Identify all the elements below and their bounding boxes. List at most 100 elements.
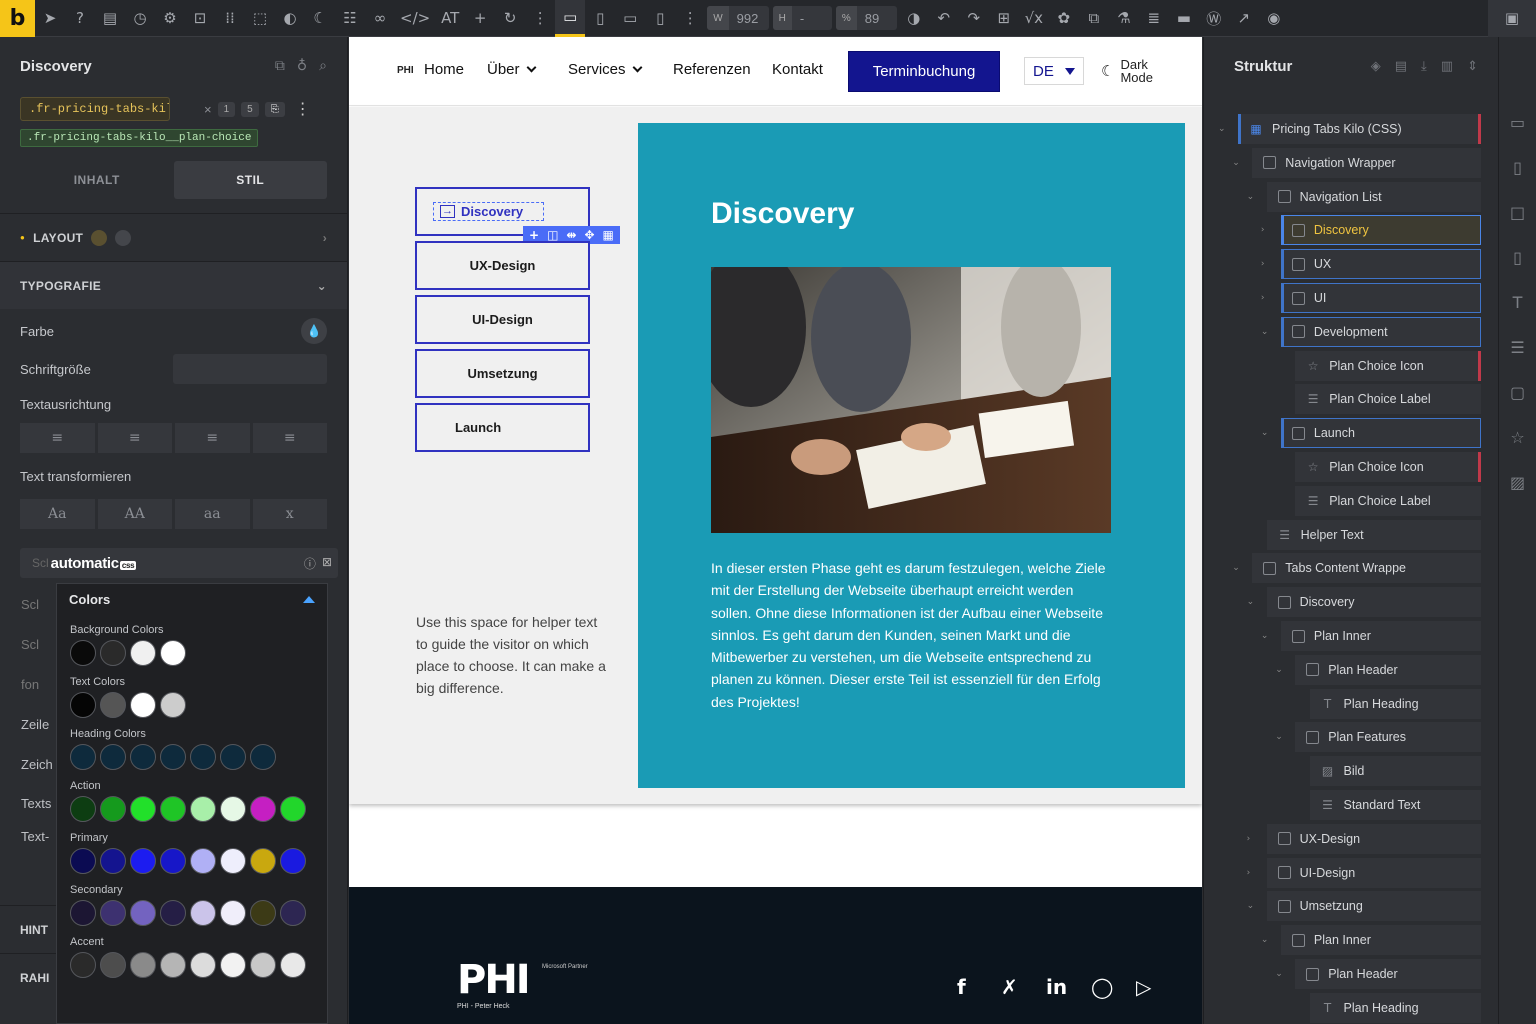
column-layout-icon[interactable]: ▯ [1513,248,1522,267]
chevron-right-icon[interactable]: › [1261,293,1271,303]
chevron-down-icon[interactable]: ⌄ [1247,192,1257,202]
color-swatch[interactable] [190,952,216,978]
color-swatch[interactable] [100,952,126,978]
structure-node[interactable]: Plan Inner [1280,925,1481,956]
tab-launch[interactable]: Launch [415,403,590,452]
contrast-icon[interactable]: ◐ [275,0,305,37]
color-swatch[interactable] [280,848,306,874]
landscape-breakpoint-icon[interactable]: ▭ [615,0,645,37]
nav-ueber[interactable]: Über [487,61,536,78]
color-swatch[interactable] [160,692,186,718]
structure-node[interactable]: Tabs Content Wrappe [1252,553,1481,584]
color-swatch[interactable] [250,900,276,926]
structure-node[interactable]: Plan Header [1295,959,1481,989]
language-select[interactable]: DE [1024,57,1084,85]
transform-none[interactable]: x [252,499,327,529]
color-swatch[interactable] [220,848,246,874]
colors-header[interactable]: Colors [57,584,327,614]
structure-node[interactable]: ▨ Bild [1309,756,1481,787]
align-left-icon[interactable]: ≡ [20,423,95,453]
nav-home[interactable]: Home [424,61,464,78]
structure-node[interactable]: Plan Features [1295,722,1481,753]
structure-node[interactable]: Discovery [1266,587,1481,618]
color-swatch[interactable] [130,796,156,822]
structure-node[interactable]: ☆ Plan Choice Icon [1295,452,1481,482]
color-swatch[interactable] [250,796,276,822]
dark-mode-toggle[interactable]: ☾ Dark Mode [1101,58,1153,84]
align-justify-icon[interactable]: ≡ [252,423,327,453]
expand-icon[interactable]: ⇕ [1467,59,1478,74]
redo-icon[interactable]: ↷ [959,0,989,37]
breakpoint-more-icon[interactable]: ⋮ [675,0,705,37]
footer-logo[interactable]: PHI [457,957,531,1003]
bulb-icon[interactable]: ♁ [297,58,307,74]
more-icon[interactable]: ⋮ [525,0,555,37]
add-icon[interactable]: + [465,0,495,37]
chevron-down-icon[interactable]: ⌄ [1261,935,1271,945]
whatsapp-icon[interactable]: ◯ [1091,975,1113,999]
columns-icon[interactable]: ◫ [547,228,558,242]
layout-section[interactable]: ● LAYOUT › [0,213,347,261]
color-swatch[interactable] [70,744,96,770]
color-swatch[interactable] [70,952,96,978]
color-swatch[interactable] [100,640,126,666]
color-swatch[interactable] [100,796,126,822]
pages-icon[interactable]: ▤ [95,0,125,37]
class-more-icon[interactable]: ⋮ [295,99,311,119]
chevron-down-icon[interactable]: ⌄ [1247,901,1257,911]
structure-node[interactable]: ▦ Pricing Tabs Kilo (CSS) [1238,114,1481,144]
color-swatch[interactable] [250,744,276,770]
tab-style[interactable]: STIL [173,161,327,199]
undo-icon[interactable]: ↶ [929,0,959,37]
color-swatch[interactable] [130,692,156,718]
remove-class-icon[interactable]: × [204,102,212,117]
structure-node[interactable]: ☆ Plan Choice Icon [1295,350,1481,381]
color-swatch[interactable] [70,692,96,718]
robot-icon[interactable]: ⊞ [989,0,1019,37]
refresh-icon[interactable]: ↻ [495,0,525,37]
color-swatch[interactable] [70,796,96,822]
structure-node[interactable]: Plan Header [1295,654,1481,685]
pointer-icon[interactable]: ➤ [35,0,65,37]
acss-close-icon[interactable]: ⊠ [322,555,332,572]
color-swatch[interactable] [160,900,186,926]
linkedin-icon[interactable]: in [1046,975,1067,999]
structure-node[interactable]: ☰ Helper Text [1266,519,1481,550]
youtube-icon[interactable]: ▷ [1136,975,1151,999]
sliders-icon[interactable]: ☷ [335,0,365,37]
tablet-breakpoint-icon[interactable]: ▯ [585,0,615,37]
color-picker-icon[interactable]: 💧 [301,318,327,344]
chevron-right-icon[interactable]: › [1261,225,1271,235]
list-icon[interactable]: ≣ [1139,0,1169,37]
tab-discovery[interactable]: → Discovery + ◫ ⇹ ✥ ▦ [415,187,620,244]
link-icon[interactable]: ∞ [365,0,395,37]
text-element-icon[interactable]: T [1513,293,1523,312]
font-size-input[interactable] [173,354,327,384]
frame-icon[interactable]: ⬚ [245,0,275,37]
copy-icon[interactable]: ⧉ [275,58,285,74]
align-right-icon[interactable]: ≡ [175,423,250,453]
color-swatch[interactable] [160,744,186,770]
color-swatch[interactable] [280,900,306,926]
structure-node[interactable]: Navigation List [1266,181,1481,212]
chevron-down-icon[interactable]: ⌄ [1218,124,1228,134]
width-value[interactable]: 992 [729,11,769,26]
width-field[interactable]: W 992 [707,6,769,30]
icon-element-icon[interactable]: ☆ [1510,428,1524,447]
tab-ux-design[interactable]: UX-Design [415,241,590,290]
height-field[interactable]: H - [772,6,832,30]
color-swatch[interactable] [160,952,186,978]
sub-class-chip[interactable]: .fr-pricing-tabs-kilo__plan-choice [20,129,259,147]
color-swatch[interactable] [190,900,216,926]
palette-icon[interactable]: ◑ [899,0,929,37]
color-swatch[interactable] [250,952,276,978]
transform-capitalize[interactable]: Aa [20,499,95,529]
border-section[interactable]: RAHI [0,953,56,1001]
builder-logo[interactable]: b [0,0,35,37]
copy-class-icon[interactable]: ⎘ [264,101,285,117]
template-icon[interactable]: ⊡ [185,0,215,37]
acss-logo[interactable]: automatic css [51,555,137,572]
chevron-right-icon[interactable]: › [1247,834,1257,844]
chevron-down-icon[interactable]: ⌄ [1275,665,1285,675]
layout-mobile-icon[interactable] [115,229,132,246]
